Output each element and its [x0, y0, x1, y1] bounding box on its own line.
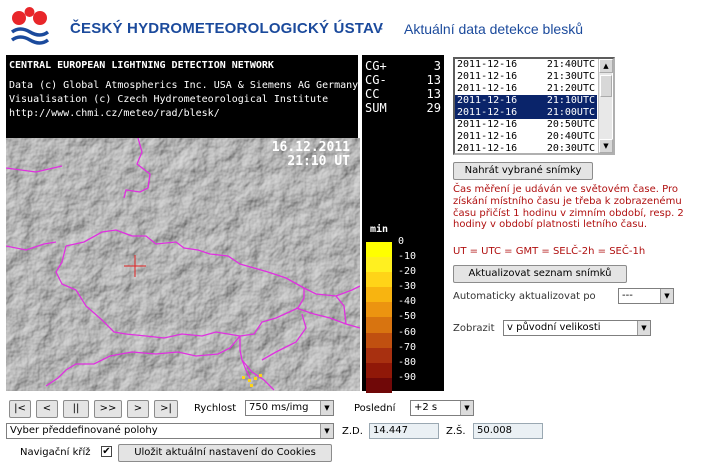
map-time: 21:10 UT	[287, 154, 350, 169]
time-equation-note: UT = UTC = GMT = SELČ-2h = SEČ-1h	[453, 246, 646, 257]
legend-label: -70	[398, 341, 417, 353]
last-delay-select[interactable]: +2 s ▼	[410, 400, 474, 416]
display-size-select[interactable]: v původní velikosti ▼	[503, 320, 651, 336]
network-heading: CENTRAL EUROPEAN LIGHTNING DETECTION NET…	[9, 60, 274, 71]
credit-line-data: Data (c) Global Atmospherics Inc. USA & …	[9, 80, 359, 91]
chevron-down-icon: ▼	[320, 424, 333, 438]
play-button[interactable]: >>	[94, 400, 122, 418]
legend-label: -40	[398, 296, 417, 308]
legend-swatch	[366, 317, 392, 333]
legend-swatch	[366, 242, 392, 258]
legend-swatch	[366, 377, 392, 393]
credit-line-url: http://www.chmi.cz/meteo/rad/blesk/	[9, 108, 220, 119]
refresh-list-button[interactable]: Aktualizovat seznam snímků	[453, 265, 627, 283]
header-separator: -	[378, 20, 383, 37]
relief-map-image	[6, 138, 360, 391]
save-cookies-button[interactable]: Uložit aktuální nastavení do Cookies	[118, 444, 332, 462]
speed-label: Rychlost	[194, 403, 237, 414]
display-label: Zobrazit	[453, 323, 495, 334]
lightning-map[interactable]: 16.12.2011 21:10 UT	[6, 138, 360, 391]
first-frame-button[interactable]: |<	[9, 400, 31, 418]
legend-label: -10	[398, 251, 417, 263]
legend-label: -30	[398, 281, 417, 293]
chevron-down-icon: ▼	[660, 289, 673, 303]
network-info-box: CENTRAL EUROPEAN LIGHTNING DETECTION NET…	[6, 55, 358, 138]
preset-position-select[interactable]: Vyber předdefinované polohy ▼	[6, 423, 334, 439]
legend-swatch	[366, 362, 392, 378]
longitude-label: Z.D.	[342, 426, 363, 437]
next-frame-button[interactable]: >	[127, 400, 149, 418]
scroll-thumb[interactable]	[600, 75, 612, 97]
legend-panel: min 0 -10 -20 -30 -40 -50 -60 -70 -80 -9…	[362, 138, 444, 393]
legend-color-scale	[366, 242, 392, 393]
page-header: ČESKÝ HYDROMETEOROLOGICKÝ ÚSTAV - Aktuál…	[0, 0, 707, 52]
legend-label: 0	[398, 236, 405, 247]
count-row-cg-minus: CG- 13	[365, 73, 441, 87]
legend-title: min	[370, 224, 389, 235]
auto-update-select[interactable]: --- ▼	[618, 288, 674, 304]
latitude-label: Z.Š.	[446, 426, 466, 437]
nav-cross-checkbox[interactable]: ✔	[101, 446, 112, 457]
longitude-input[interactable]: 14.447	[369, 423, 439, 439]
chmi-logo-icon	[10, 7, 50, 45]
time-list-scrollbar[interactable]: ▲ ▼	[598, 59, 613, 153]
chevron-down-icon: ▼	[320, 401, 333, 415]
time-list-item[interactable]: 2011-12-16 21:40UTC	[455, 59, 597, 71]
legend-label: -90	[398, 371, 417, 383]
latitude-input[interactable]: 50.008	[473, 423, 543, 439]
last-frame-button[interactable]: >|	[154, 400, 178, 418]
strike-counts-box: CG+ 3 CG- 13 CC 13 SUM 29	[362, 55, 444, 138]
pause-button[interactable]: ||	[63, 400, 89, 418]
page-subtitle: Aktuální data detekce blesků	[404, 21, 584, 37]
time-note: Čas měření je udáván ve světovém čase. P…	[453, 184, 684, 231]
map-date: 16.12.2011	[271, 140, 350, 155]
scroll-down-icon[interactable]: ▼	[599, 139, 613, 153]
count-row-sum: SUM 29	[365, 101, 441, 115]
map-timestamp: 16.12.2011 21:10 UT	[272, 141, 350, 169]
last-delay-label: Poslední	[354, 403, 396, 414]
time-list-item[interactable]: 2011-12-16 21:00UTC	[455, 107, 597, 119]
count-row-cg-plus: CG+ 3	[365, 59, 441, 73]
scroll-up-icon[interactable]: ▲	[599, 59, 613, 73]
legend-swatch	[366, 272, 392, 288]
auto-update-label: Automaticky aktualizovat po	[453, 291, 596, 302]
org-title: ČESKÝ HYDROMETEOROLOGICKÝ ÚSTAV	[70, 20, 384, 37]
legend-labels: 0 -10 -20 -30 -40 -50 -60 -70 -80 -90	[398, 234, 416, 385]
legend-label: -80	[398, 356, 417, 368]
time-list-item[interactable]: 2011-12-16 20:30UTC	[455, 143, 597, 153]
legend-swatch	[366, 287, 392, 303]
nav-cross-label: Navigační kříž	[20, 447, 91, 458]
chevron-down-icon: ▼	[637, 321, 650, 335]
legend-swatch	[366, 302, 392, 318]
image-time-listbox[interactable]: 2011-12-16 21:40UTC 2011-12-16 21:30UTC 20…	[453, 57, 615, 155]
load-selected-button[interactable]: Nahrát vybrané snímky	[453, 162, 593, 180]
legend-swatch	[366, 347, 392, 363]
time-list-item[interactable]: 2011-12-16 20:40UTC	[455, 131, 597, 143]
legend-label: -50	[398, 311, 417, 323]
count-row-cc: CC 13	[365, 87, 441, 101]
time-list-item[interactable]: 2011-12-16 21:10UTC	[455, 95, 597, 107]
legend-swatch	[366, 332, 392, 348]
chevron-down-icon: ▼	[460, 401, 473, 415]
prev-frame-button[interactable]: <	[36, 400, 58, 418]
time-list-item[interactable]: 2011-12-16 20:50UTC	[455, 119, 597, 131]
legend-swatch	[366, 257, 392, 273]
time-list-item[interactable]: 2011-12-16 21:30UTC	[455, 71, 597, 83]
time-list-item[interactable]: 2011-12-16 21:20UTC	[455, 83, 597, 95]
credit-line-visualisation: Visualisation (c) Czech Hydrometeorologi…	[9, 94, 329, 105]
legend-label: -60	[398, 326, 417, 338]
speed-select[interactable]: 750 ms/img ▼	[245, 400, 334, 416]
legend-label: -20	[398, 266, 417, 278]
